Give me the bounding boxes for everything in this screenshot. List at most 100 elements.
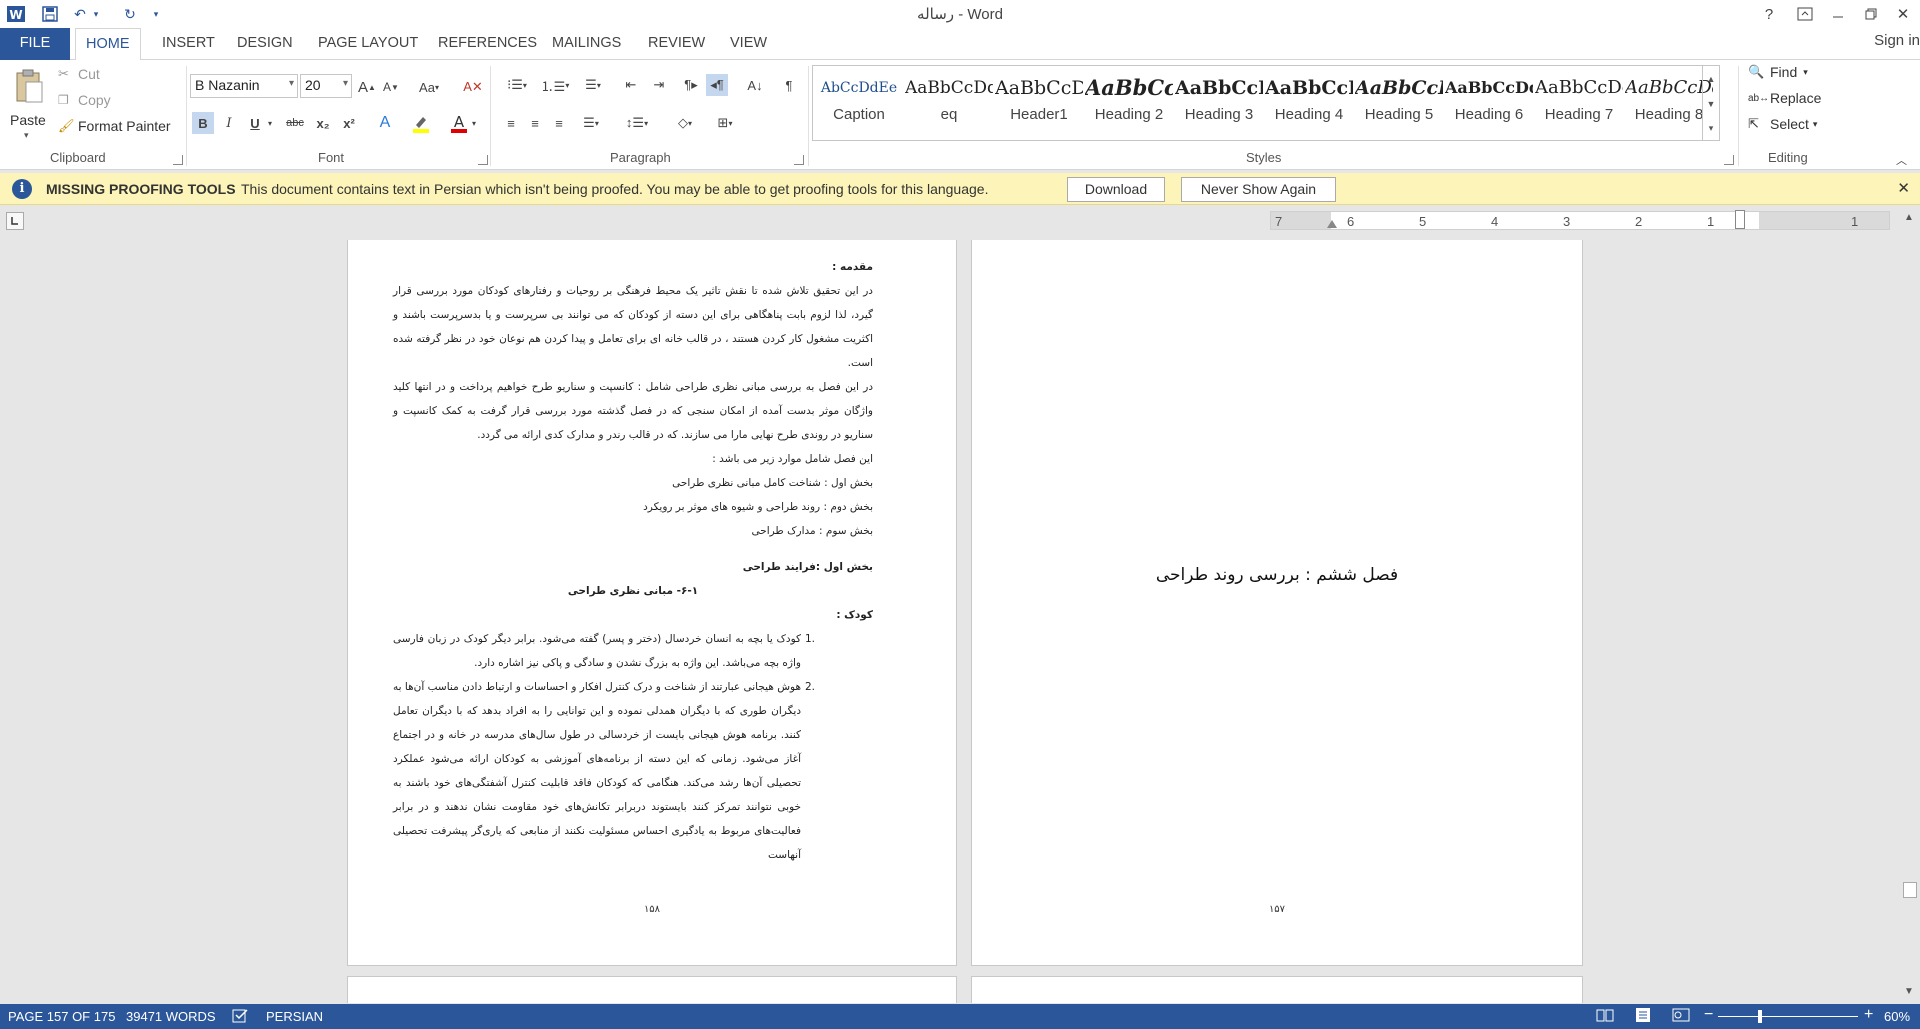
tab-view[interactable]: VIEW bbox=[720, 28, 777, 60]
copy-button[interactable]: ❐ Copy bbox=[58, 92, 111, 108]
line-spacing-icon[interactable]: ↕☰ ▾ bbox=[622, 112, 652, 134]
clipboard-dialog-launcher[interactable] bbox=[173, 155, 183, 165]
clear-formatting-icon[interactable]: A✕ bbox=[462, 76, 484, 98]
sort-icon[interactable]: A↓ bbox=[744, 74, 766, 96]
superscript-icon[interactable]: x² bbox=[338, 112, 360, 134]
scroll-down-icon[interactable]: ▼ bbox=[1904, 986, 1914, 997]
vertical-scrollbar[interactable]: ▲ ▼ bbox=[1900, 206, 1920, 1003]
borders-icon[interactable]: ⊞ ▾ bbox=[710, 112, 740, 134]
tab-file[interactable]: FILE bbox=[0, 28, 70, 60]
page-158[interactable]: مقدمه : در این تحقیق تلاش شده تا نقش تاث… bbox=[347, 240, 957, 966]
ribbon-display-options-icon[interactable] bbox=[1790, 2, 1820, 26]
tab-review[interactable]: REVIEW bbox=[638, 28, 715, 60]
grow-font-icon[interactable]: A ▲ bbox=[356, 76, 378, 98]
collapse-ribbon-icon[interactable]: ︿ bbox=[1896, 152, 1907, 168]
style-eq[interactable]: AaBbCcDdEe eq bbox=[905, 68, 993, 138]
font-dialog-launcher[interactable] bbox=[478, 155, 488, 165]
font-family-combo[interactable]: B Nazanin ▾ bbox=[190, 74, 298, 98]
shrink-font-icon[interactable]: A ▼ bbox=[380, 76, 402, 98]
word-count[interactable]: 39471 WORDS bbox=[126, 1009, 216, 1024]
text-effects-icon[interactable]: A bbox=[374, 112, 396, 134]
scroll-thumb[interactable] bbox=[1903, 882, 1917, 898]
style-heading-6[interactable]: AaBbCcDdEe Heading 6 bbox=[1445, 68, 1533, 138]
web-layout-icon[interactable] bbox=[1672, 1007, 1690, 1026]
style-header1[interactable]: AaBbCcDdEe Header1 bbox=[995, 68, 1083, 138]
underline-icon[interactable]: U bbox=[244, 112, 266, 134]
page-count[interactable]: PAGE 157 OF 175 bbox=[8, 1009, 115, 1024]
gallery-more-icon[interactable]: ▾ bbox=[1702, 116, 1719, 141]
gallery-scroll-down-icon[interactable]: ▼ bbox=[1702, 91, 1719, 116]
proofing-status-icon[interactable] bbox=[232, 1008, 250, 1027]
align-right-icon[interactable]: ≡ bbox=[548, 112, 570, 134]
align-left-icon[interactable]: ≡ bbox=[500, 112, 522, 134]
paragraph-dialog-launcher[interactable] bbox=[794, 155, 804, 165]
style-heading-7[interactable]: AaBbCcDdEe Heading 7 bbox=[1535, 68, 1623, 138]
zoom-slider[interactable] bbox=[1718, 1016, 1858, 1017]
gallery-scroll-up-icon[interactable]: ▲ bbox=[1702, 66, 1719, 91]
help-button[interactable]: ? bbox=[1754, 2, 1784, 26]
tab-home[interactable]: HOME bbox=[75, 28, 141, 61]
restore-icon[interactable] bbox=[1856, 2, 1886, 26]
select-button[interactable]: ⇱ Select ▾ bbox=[1748, 116, 1817, 132]
minimize-icon[interactable] bbox=[1823, 2, 1853, 26]
style-heading-5[interactable]: AaBbCcDdEe Heading 5 bbox=[1355, 68, 1443, 138]
tab-design[interactable]: DESIGN bbox=[227, 28, 303, 60]
tab-page-layout[interactable]: PAGE LAYOUT bbox=[308, 28, 428, 60]
multilevel-list-icon[interactable]: ☰ ▾ bbox=[576, 74, 610, 96]
next-page-left[interactable] bbox=[347, 976, 957, 1003]
rtl-direction-icon[interactable]: ◂¶ bbox=[706, 74, 728, 96]
close-icon[interactable]: ✕ bbox=[1888, 2, 1918, 26]
numbering-icon[interactable]: ⒈☰ ▾ bbox=[538, 74, 572, 96]
read-mode-icon[interactable] bbox=[1596, 1007, 1614, 1026]
page-157[interactable]: فصل ششم : بررسی روند طراحی ۱۵۷ bbox=[971, 240, 1583, 966]
align-center-icon[interactable]: ≡ bbox=[524, 112, 546, 134]
download-button[interactable]: Download bbox=[1067, 177, 1165, 202]
style-heading-8[interactable]: AaBbCcDdEe Heading 8 bbox=[1625, 68, 1713, 138]
show-marks-icon[interactable]: ¶ bbox=[778, 74, 800, 96]
font-color-dropdown-icon[interactable]: ▾ bbox=[468, 112, 480, 134]
left-indent-marker[interactable] bbox=[1327, 220, 1337, 228]
subscript-icon[interactable]: x₂ bbox=[312, 112, 334, 134]
style-heading-2[interactable]: AaBbCcDdEe Heading 2 bbox=[1085, 68, 1173, 138]
justify-icon[interactable]: ☰ ▾ bbox=[576, 112, 606, 134]
style-heading-3[interactable]: AaBbCcDdEe Heading 3 bbox=[1175, 68, 1263, 138]
font-color-icon[interactable]: A bbox=[448, 112, 470, 134]
tab-mailings[interactable]: MAILINGS bbox=[542, 28, 631, 60]
replace-button[interactable]: ab↔ Replace bbox=[1748, 90, 1821, 106]
language-indicator[interactable]: PERSIAN bbox=[266, 1009, 323, 1024]
underline-dropdown-icon[interactable]: ▾ bbox=[264, 112, 276, 134]
increase-indent-icon[interactable]: ⇥ bbox=[648, 74, 670, 96]
strikethrough-icon[interactable]: abc bbox=[282, 112, 308, 134]
scroll-up-icon[interactable]: ▲ bbox=[1904, 212, 1914, 223]
styles-gallery[interactable]: AbCcDdEe Caption AaBbCcDdEe eq AaBbCcDdE… bbox=[812, 65, 1720, 141]
zoom-out-button[interactable]: − bbox=[1704, 1006, 1713, 1024]
format-painter-button[interactable]: 🖌 Format Painter bbox=[58, 118, 171, 134]
paste-button[interactable]: Paste ▾ bbox=[8, 64, 50, 144]
decrease-indent-icon[interactable]: ⇤ bbox=[620, 74, 642, 96]
zoom-level[interactable]: 60% bbox=[1884, 1009, 1910, 1024]
document-area[interactable]: مقدمه : در این تحقیق تلاش شده تا نقش تاث… bbox=[0, 240, 1900, 1003]
print-layout-icon[interactable] bbox=[1634, 1007, 1652, 1026]
find-button[interactable]: 🔍 Find ▾ bbox=[1748, 64, 1808, 80]
horizontal-ruler[interactable]: 7 6 5 4 3 2 1 1 bbox=[1270, 210, 1890, 230]
cut-button[interactable]: ✂ Cut bbox=[58, 66, 100, 82]
tab-selector[interactable] bbox=[6, 212, 24, 230]
font-size-combo[interactable]: 20 ▾ bbox=[300, 74, 352, 98]
paste-dropdown-icon[interactable]: ▾ bbox=[24, 130, 29, 141]
bullets-icon[interactable]: ⁝☰ ▾ bbox=[500, 74, 534, 96]
close-icon[interactable]: ✕ bbox=[1897, 179, 1910, 197]
tab-references[interactable]: REFERENCES bbox=[428, 28, 547, 60]
right-indent-marker[interactable] bbox=[1735, 210, 1745, 229]
tab-insert[interactable]: INSERT bbox=[152, 28, 225, 60]
zoom-slider-thumb[interactable] bbox=[1758, 1010, 1762, 1023]
never-show-again-button[interactable]: Never Show Again bbox=[1181, 177, 1336, 202]
highlight-icon[interactable] bbox=[410, 112, 432, 134]
zoom-in-button[interactable]: + bbox=[1864, 1006, 1873, 1024]
bold-icon[interactable]: B bbox=[192, 112, 214, 134]
change-case-icon[interactable]: Aa ▾ bbox=[414, 76, 444, 98]
shading-icon[interactable]: ◇ ▾ bbox=[670, 112, 700, 134]
next-page-right[interactable] bbox=[971, 976, 1583, 1003]
styles-dialog-launcher[interactable] bbox=[1724, 155, 1734, 165]
sign-in-link[interactable]: Sign in bbox=[1874, 32, 1920, 49]
style-caption[interactable]: AbCcDdEe Caption bbox=[815, 68, 903, 138]
